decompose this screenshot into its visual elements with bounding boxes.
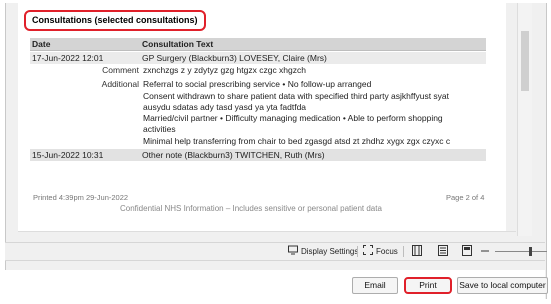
- toolbar-divider: [357, 246, 358, 257]
- display-settings-label: Display Settings: [301, 247, 359, 256]
- page-number: Page 2 of 4: [446, 193, 485, 202]
- zoom-slider[interactable]: [495, 251, 547, 252]
- zoom-slider-thumb[interactable]: [529, 247, 532, 256]
- focus-label: Focus: [376, 247, 398, 256]
- print-button[interactable]: Print: [404, 277, 452, 294]
- toolbar-divider: [403, 246, 404, 257]
- consultation-date: 15-Jun-2022 10:31: [32, 150, 104, 160]
- report-heading: Consultations (selected consultations): [24, 10, 206, 31]
- consultation-row[interactable]: 17-Jun-2022 12:01 GP Surgery (Blackburn3…: [30, 52, 486, 64]
- additional-line: Minimal help transferring from chair to …: [143, 136, 451, 146]
- additional-line: Referral to social prescribing service •…: [143, 79, 372, 89]
- printed-timestamp: Printed 4:39pm 29-Jun-2022: [33, 193, 129, 202]
- display-settings-button[interactable]: Display Settings: [288, 245, 358, 258]
- consultation-row[interactable]: 15-Jun-2022 10:31 Other note (Blackburn3…: [30, 149, 486, 161]
- consultation-summary: GP Surgery (Blackburn3) LOVESEY, Claire …: [142, 53, 327, 63]
- single-page-view-icon[interactable]: [412, 245, 422, 258]
- scrollbar-thumb[interactable]: [521, 31, 529, 91]
- additional-line: Married/civil partner • Difficulty manag…: [143, 113, 443, 123]
- web-layout-icon[interactable]: [462, 245, 472, 258]
- display-settings-icon: [288, 245, 298, 255]
- report-toolbar: Display Settings Focus: [5, 242, 547, 261]
- table-header: Date Consultation Text: [30, 38, 486, 51]
- date-column-header: Date: [32, 39, 51, 49]
- additional-label: Additional: [101, 79, 139, 89]
- focus-button[interactable]: Focus: [363, 245, 398, 258]
- multi-page-view-icon[interactable]: [438, 245, 448, 258]
- zoom-out-icon[interactable]: [481, 245, 489, 258]
- comment-text: zxnchzgs z y zdytyz gzg htgzx czgc xhgzc…: [143, 65, 306, 75]
- comment-label: Comment: [102, 65, 139, 75]
- horizontal-scrollbar[interactable]: [18, 231, 516, 239]
- consultation-text-column-header: Consultation Text: [142, 39, 214, 49]
- focus-icon: [363, 245, 373, 255]
- additional-line: activities: [143, 124, 176, 134]
- consultation-summary: Other note (Blackburn3) TWITCHEN, Ruth (…: [142, 150, 325, 160]
- consultation-date: 17-Jun-2022 12:01: [32, 53, 104, 63]
- additional-line: ausydu sdatas ady tasd yasd ya yta fadtf…: [143, 102, 307, 112]
- email-button[interactable]: Email: [352, 277, 398, 294]
- save-to-local-computer-button[interactable]: Save to local computer: [457, 277, 548, 294]
- confidential-notice: Confidential NHS Information – Includes …: [120, 204, 382, 213]
- vertical-scrollbar[interactable]: [517, 3, 532, 236]
- additional-line: Consent withdrawn to share patient data …: [143, 91, 450, 101]
